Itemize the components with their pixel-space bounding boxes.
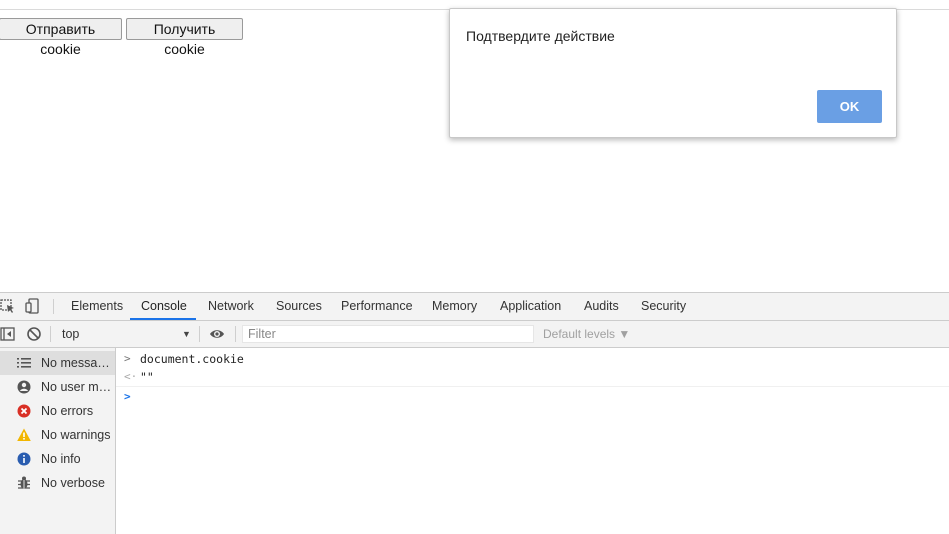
dialog-ok-button[interactable]: OK bbox=[817, 90, 882, 123]
toolbar-divider bbox=[50, 326, 51, 342]
sidebar-item-label: No verbose bbox=[41, 476, 105, 490]
dialog-message: Подтвердите действие bbox=[466, 28, 615, 44]
send-cookie-button[interactable]: Отправить cookie bbox=[0, 18, 122, 57]
sidebar-item-user-messages[interactable]: No user me... bbox=[0, 375, 115, 399]
sidebar-item-warnings[interactable]: No warnings bbox=[0, 423, 115, 447]
active-tab-indicator bbox=[130, 318, 196, 320]
sidebar-item-errors[interactable]: No errors bbox=[0, 399, 115, 423]
get-cookie-button[interactable]: Получить cookie bbox=[126, 18, 243, 57]
tab-console[interactable]: Console bbox=[141, 293, 187, 320]
console-output[interactable]: > document.cookie <· "" > bbox=[116, 348, 949, 534]
bug-icon bbox=[18, 476, 30, 489]
tab-memory[interactable]: Memory bbox=[432, 293, 477, 320]
devtools-tabbar: Elements Console Network Sources Perform… bbox=[0, 293, 949, 321]
info-icon bbox=[17, 452, 31, 466]
console-result: "" bbox=[140, 370, 154, 384]
device-toolbar-icon[interactable] bbox=[25, 298, 41, 314]
console-toolbar: top ▼ Filter Default levels ▼ bbox=[0, 321, 949, 348]
sidebar-item-label: No warnings bbox=[41, 428, 111, 442]
prompt-caret-icon: > bbox=[124, 390, 131, 403]
user-icon bbox=[17, 380, 31, 394]
sidebar-toggle-icon[interactable] bbox=[0, 326, 16, 342]
console-result-line: <· "" bbox=[116, 368, 949, 387]
console-input-line: > document.cookie bbox=[116, 350, 949, 368]
tab-audits[interactable]: Audits bbox=[584, 293, 619, 320]
console-command: document.cookie bbox=[140, 352, 244, 366]
sidebar-item-label: No user me... bbox=[41, 380, 113, 394]
confirm-dialog: Подтвердите действие OK bbox=[449, 8, 897, 138]
sidebar-item-info[interactable]: No info bbox=[0, 447, 115, 471]
devtools-panel: Elements Console Network Sources Perform… bbox=[0, 292, 949, 534]
filter-input[interactable]: Filter bbox=[242, 325, 534, 343]
context-selector[interactable]: top bbox=[62, 325, 202, 343]
console-prompt-line[interactable]: > bbox=[116, 388, 949, 406]
tab-elements[interactable]: Elements bbox=[71, 293, 123, 320]
inspect-element-icon[interactable] bbox=[0, 298, 16, 314]
error-icon bbox=[17, 404, 31, 418]
tab-network[interactable]: Network bbox=[208, 293, 254, 320]
tab-application[interactable]: Application bbox=[500, 293, 561, 320]
sidebar-item-label: No errors bbox=[41, 404, 94, 418]
eye-icon[interactable] bbox=[209, 326, 225, 342]
tab-security[interactable]: Security bbox=[641, 293, 686, 320]
tab-sources[interactable]: Sources bbox=[276, 293, 322, 320]
toolbar-divider bbox=[235, 326, 236, 342]
sidebar-item-verbose[interactable]: No verbose bbox=[0, 471, 115, 495]
toolbar-divider bbox=[199, 326, 200, 342]
clear-console-icon[interactable] bbox=[26, 326, 42, 342]
input-prompt-icon: > bbox=[124, 352, 131, 365]
console-sidebar: No messages No user me... No errors No w… bbox=[0, 348, 116, 534]
sidebar-item-label: No messages bbox=[41, 356, 113, 370]
log-levels-dropdown[interactable]: Default levels ▼ bbox=[543, 325, 630, 343]
tabbar-divider bbox=[53, 299, 54, 314]
sidebar-item-messages[interactable]: No messages bbox=[0, 351, 115, 375]
sidebar-item-label: No info bbox=[41, 452, 81, 466]
result-prompt-icon: <· bbox=[124, 370, 138, 383]
warning-icon bbox=[17, 428, 31, 441]
list-icon bbox=[17, 358, 31, 368]
tab-performance[interactable]: Performance bbox=[341, 293, 413, 320]
chevron-down-icon[interactable]: ▼ bbox=[182, 325, 191, 343]
